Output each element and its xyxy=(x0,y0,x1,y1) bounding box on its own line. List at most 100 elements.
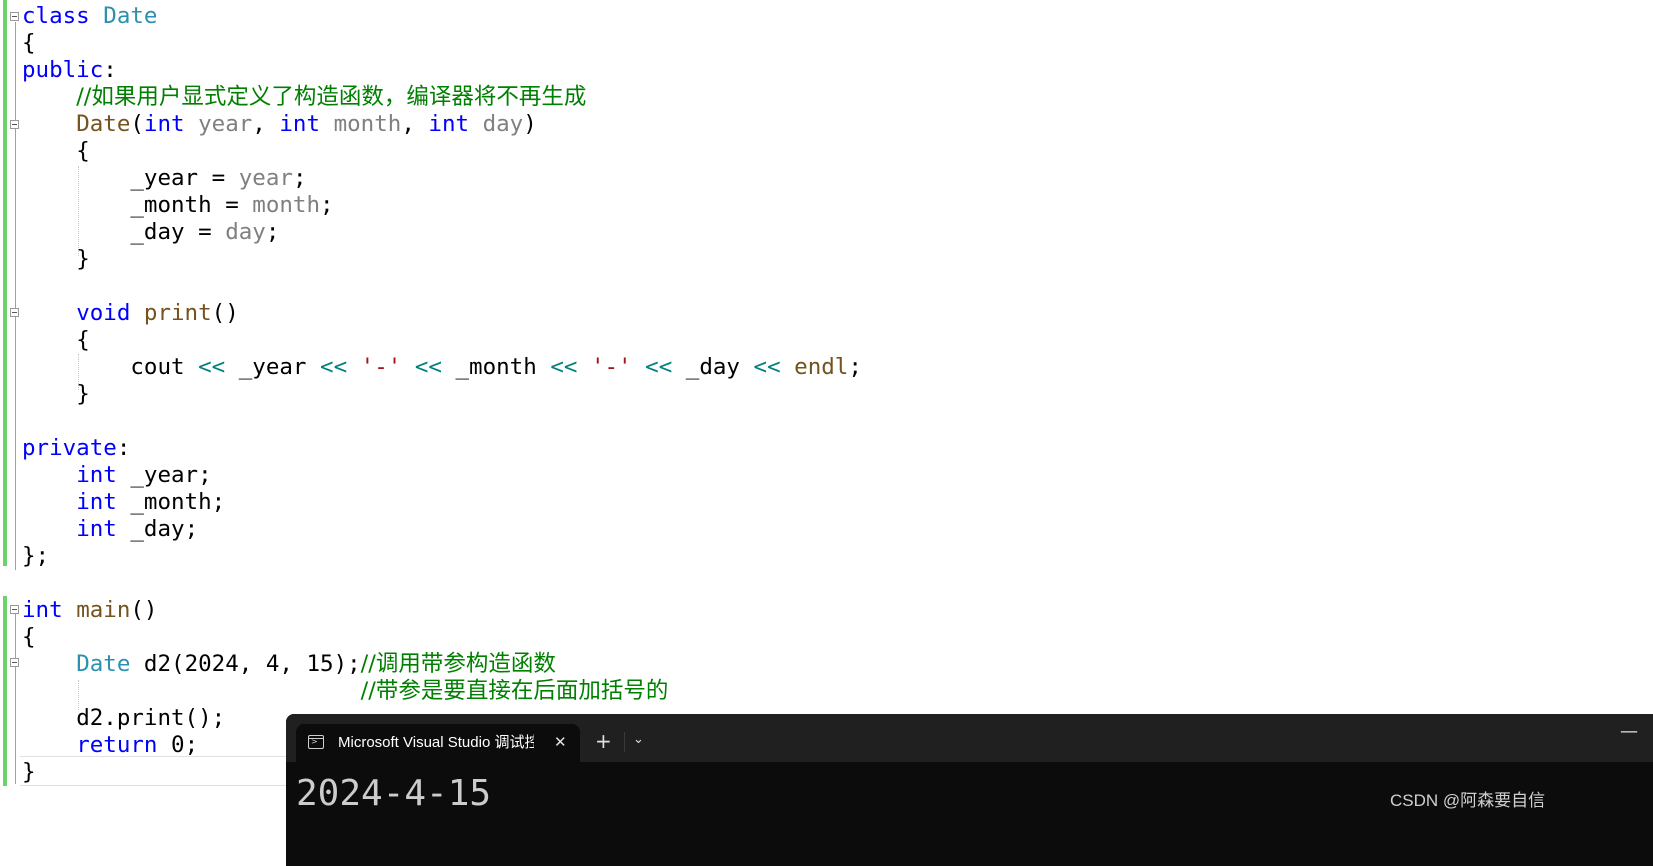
punct-token: ( xyxy=(130,111,144,137)
operator-token: << xyxy=(198,354,226,380)
field-token: _year xyxy=(238,354,307,380)
console-tab-title: Microsoft Visual Studio 调试控制台 xyxy=(338,734,534,751)
fold-toggle-icon[interactable] xyxy=(10,308,19,317)
punct-token: ; xyxy=(848,354,862,380)
current-line-highlight xyxy=(20,756,300,786)
code-line: d2.print(); xyxy=(22,704,225,732)
operator-token: << xyxy=(753,354,781,380)
brace-token: }; xyxy=(22,543,50,569)
code-line: //如果用户显式定义了构造函数，编译器将不再生成 xyxy=(22,83,586,111)
punct-token: ( xyxy=(171,651,185,677)
change-indicator-bar xyxy=(3,0,7,566)
terminal-icon xyxy=(308,735,324,749)
code-line: _month = month; xyxy=(22,191,333,219)
punct-token: , xyxy=(401,111,429,137)
watermark: CSDN @阿森要自信 xyxy=(1390,791,1546,810)
fold-toggle-icon[interactable] xyxy=(10,605,19,614)
variable-token: d2 xyxy=(143,651,172,677)
brace-token: } xyxy=(76,246,90,272)
keyword-token: public xyxy=(22,57,104,83)
console-tab[interactable]: Microsoft Visual Studio 调试控制台 ✕ xyxy=(296,724,580,762)
punct-token: () xyxy=(130,597,158,623)
keyword-token: class xyxy=(22,3,90,29)
keyword-token: void xyxy=(76,300,131,326)
fold-toggle-icon[interactable] xyxy=(10,658,19,667)
punct-token: ; xyxy=(184,516,199,542)
punct-token: , xyxy=(279,651,307,677)
fold-toggle-icon[interactable] xyxy=(10,12,19,21)
field-token: _month xyxy=(130,192,212,218)
close-tab-icon[interactable]: ✕ xyxy=(554,733,567,751)
punct-token: , xyxy=(252,111,280,137)
code-line: cout << _year << '-' << _month << '-' <<… xyxy=(22,353,862,381)
punct-token: = xyxy=(184,219,226,245)
code-line: _day = day; xyxy=(22,218,279,246)
code-line: } xyxy=(22,245,90,273)
code-line: }; xyxy=(22,542,49,570)
comment-token: //带参是要直接在后面加括号的 xyxy=(360,678,669,704)
type-token: Date xyxy=(103,3,158,29)
new-tab-button[interactable]: + xyxy=(595,729,612,753)
punct-token: , xyxy=(238,651,266,677)
field-token: _month xyxy=(455,354,537,380)
brace-token: { xyxy=(76,138,90,164)
field-token: _day xyxy=(685,354,740,380)
operator-token: << xyxy=(550,354,578,380)
keyword-token: private xyxy=(22,435,117,461)
number-token: 15 xyxy=(306,651,334,677)
punct-token: ; xyxy=(198,462,212,488)
field-token: _year xyxy=(130,165,199,191)
punct-token: ; xyxy=(184,732,199,758)
string-token: '-' xyxy=(590,354,632,380)
minimize-button[interactable]: — xyxy=(1620,722,1638,742)
punct-token: ) xyxy=(523,111,537,137)
call-token: print(); xyxy=(116,705,226,731)
field-token: _day xyxy=(130,516,185,542)
code-line: class Date xyxy=(22,2,157,30)
code-line: { xyxy=(22,29,36,57)
punct-token: () xyxy=(211,300,239,326)
field-token: _month xyxy=(130,489,212,515)
code-line: } xyxy=(22,380,90,408)
code-line: private: xyxy=(22,434,130,462)
code-line: int main() xyxy=(22,596,157,624)
punct-token: ; xyxy=(265,219,280,245)
brace-token: } xyxy=(22,759,36,785)
field-token: _year xyxy=(130,462,199,488)
code-line: public: xyxy=(22,56,117,84)
keyword-token: int xyxy=(279,111,321,137)
number-token: 0 xyxy=(171,732,185,758)
code-line: Date d2(2024, 4, 15);//调用带参构造函数 xyxy=(22,650,556,678)
punct-token: : xyxy=(116,435,131,461)
outline-line xyxy=(15,22,16,570)
punct-token: = xyxy=(211,192,253,218)
variable-token: d2 xyxy=(76,705,104,731)
function-token: Date xyxy=(76,111,131,137)
fold-toggle-icon[interactable] xyxy=(10,120,19,129)
code-line: return 0; xyxy=(22,731,198,759)
keyword-token: int xyxy=(428,111,470,137)
operator-token: << xyxy=(320,354,348,380)
code-line: int _year; xyxy=(22,461,212,489)
function-token: endl xyxy=(794,354,849,380)
operator-token: << xyxy=(645,354,673,380)
console-titlebar[interactable]: Microsoft Visual Studio 调试控制台 ✕ + ⌄ — xyxy=(286,714,1653,762)
brace-token: { xyxy=(22,624,36,650)
code-line: { xyxy=(22,623,36,651)
variable-token: cout xyxy=(130,354,185,380)
code-line: void print() xyxy=(22,299,239,327)
brace-token: { xyxy=(76,327,90,353)
code-line: //带参是要直接在后面加括号的 xyxy=(22,677,669,705)
outline-line xyxy=(15,614,16,784)
type-token: Date xyxy=(76,651,131,677)
change-indicator-bar xyxy=(3,596,7,786)
field-token: _day xyxy=(130,219,185,245)
keyword-token: int xyxy=(76,489,117,515)
code-line: { xyxy=(22,326,90,354)
param-token: month xyxy=(333,111,402,137)
console-output: 2024-4-15 xyxy=(296,773,492,814)
function-token: print xyxy=(143,300,212,326)
chevron-down-icon[interactable]: ⌄ xyxy=(633,732,644,748)
number-token: 4 xyxy=(265,651,280,677)
keyword-token: return xyxy=(76,732,158,758)
